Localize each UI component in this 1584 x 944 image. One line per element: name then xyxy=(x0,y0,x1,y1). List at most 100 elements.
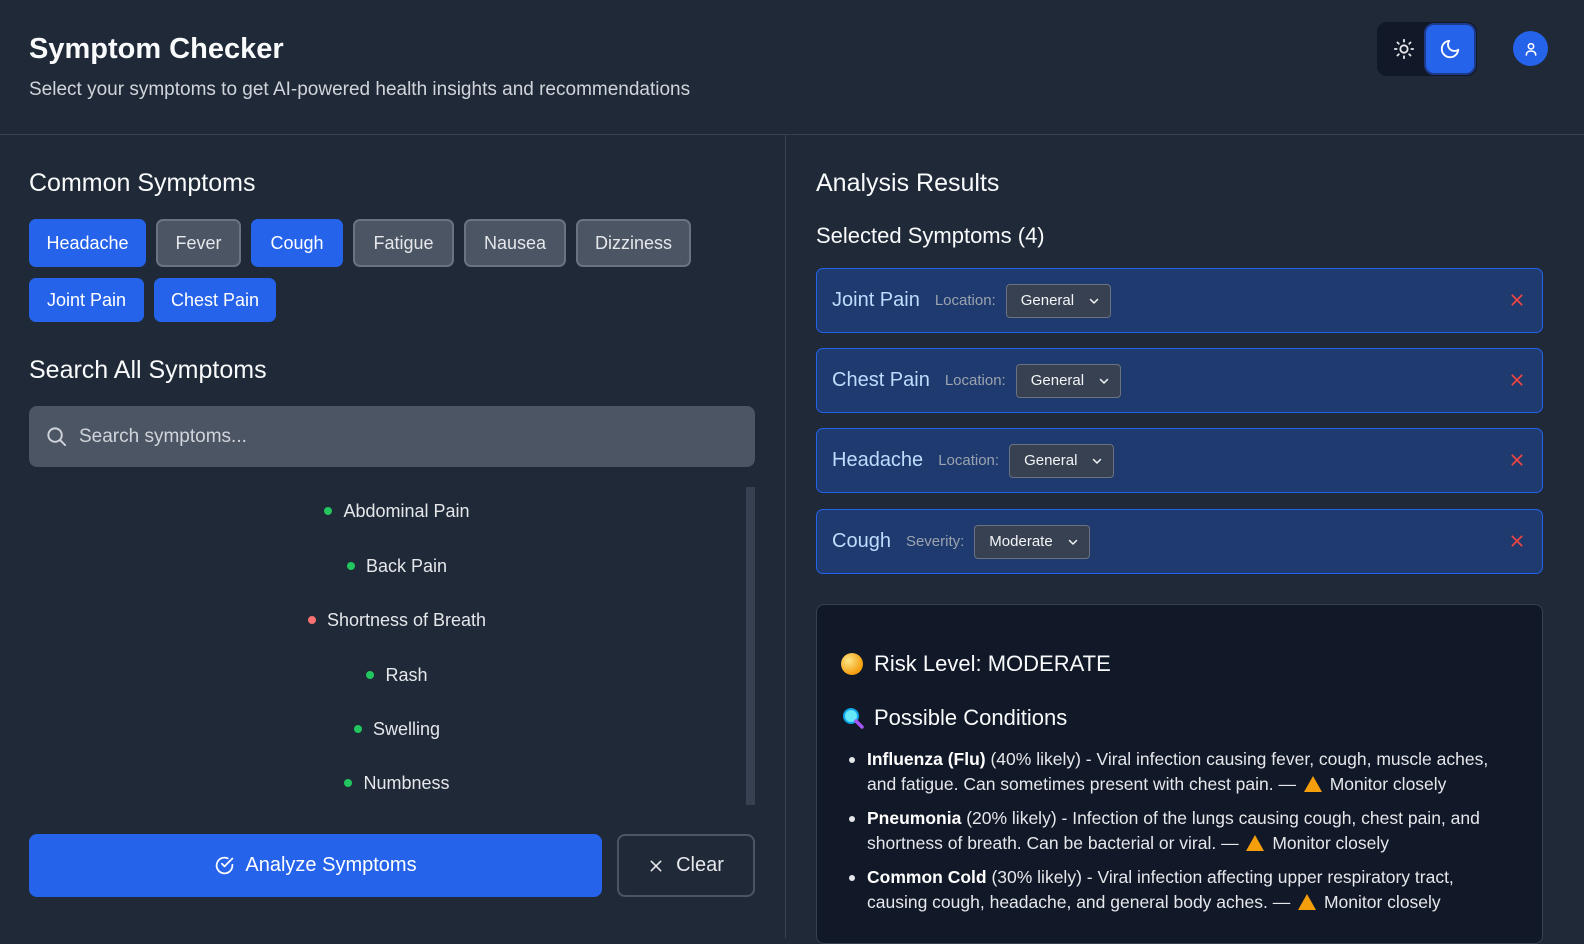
clear-label: Clear xyxy=(676,854,724,876)
chip-fatigue[interactable]: Fatigue xyxy=(353,219,454,267)
selected-symptom-name: Joint Pain xyxy=(832,289,920,311)
select-value: General xyxy=(1020,292,1075,309)
yellow-circle-icon xyxy=(841,653,863,675)
symptom-list-scrollbar[interactable] xyxy=(746,487,755,805)
magnifier-icon xyxy=(843,708,864,729)
low-risk-dot xyxy=(366,671,375,679)
analysis-results-card: Risk Level: MODERATE Possible Conditions… xyxy=(816,604,1543,944)
condition-advice: Monitor closely xyxy=(1323,892,1441,912)
selected-symptom-meta-label: Location: xyxy=(938,452,1000,469)
condition-advice: Monitor closely xyxy=(1329,774,1447,794)
remove-symptom-icon[interactable] xyxy=(1509,372,1525,388)
check-circle-icon xyxy=(216,856,234,875)
list-item-label: Back Pain xyxy=(365,555,448,576)
chip-fever[interactable]: Fever xyxy=(156,219,241,267)
low-risk-dot xyxy=(346,562,355,570)
chip-nausea[interactable]: Nausea xyxy=(464,219,566,267)
dark-theme-button[interactable] xyxy=(1426,25,1474,73)
list-item-label: Abdominal Pain xyxy=(343,500,470,521)
chevron-down-icon xyxy=(1068,539,1077,545)
selected-symptom-meta-label: Severity: xyxy=(905,533,965,550)
list-item[interactable]: Numbness xyxy=(29,763,765,803)
app-header: Symptom Checker Select your symptoms to … xyxy=(0,0,1584,135)
chevron-down-icon xyxy=(1089,298,1099,304)
list-item: Influenza (Flu) (40% likely) - Viral inf… xyxy=(847,747,1517,797)
analysis-results-heading: Analysis Results xyxy=(816,169,1000,197)
location-select[interactable]: General xyxy=(1015,363,1122,398)
list-item[interactable]: Abdominal Pain xyxy=(29,491,765,531)
selected-symptom-meta-label: Location: xyxy=(934,292,996,309)
sun-icon xyxy=(1393,38,1415,60)
analyze-symptoms-button[interactable]: Analyze Symptoms xyxy=(29,834,602,897)
close-icon xyxy=(650,860,662,871)
warning-icon xyxy=(1298,894,1317,910)
chip-cough[interactable]: Cough xyxy=(251,219,343,267)
chip-dizziness[interactable]: Dizziness xyxy=(576,219,691,267)
selected-symptom-name: Headache xyxy=(832,449,924,471)
chevron-down-icon xyxy=(1099,378,1109,384)
location-select[interactable]: General xyxy=(1005,283,1112,318)
selected-symptom-name: Cough xyxy=(832,530,891,552)
condition-likelihood: (40% likely) xyxy=(990,749,1081,769)
clear-button[interactable]: Clear xyxy=(617,834,755,897)
select-value: General xyxy=(1030,372,1085,389)
list-item[interactable]: Swelling xyxy=(29,709,765,749)
chevron-down-icon xyxy=(1093,458,1102,464)
remove-symptom-icon[interactable] xyxy=(1509,452,1525,468)
page-title: Symptom Checker xyxy=(29,33,284,65)
common-symptoms-heading: Common Symptoms xyxy=(29,169,256,197)
selected-symptom-card: Headache Location: General xyxy=(816,428,1543,493)
list-item-label: Shortness of Breath xyxy=(326,609,487,630)
search-box xyxy=(29,406,755,467)
page-subtitle: Select your symptoms to get AI-powered h… xyxy=(29,79,691,100)
selected-symptom-name: Chest Pain xyxy=(832,369,930,391)
theme-toggle xyxy=(1377,22,1477,76)
risk-level-label: Risk Level: MODERATE xyxy=(874,651,1111,676)
selected-symptom-card: Cough Severity: Moderate xyxy=(816,509,1543,574)
condition-name: Common Cold xyxy=(867,867,987,887)
condition-name: Influenza (Flu) xyxy=(867,749,986,769)
warning-icon xyxy=(1246,835,1265,851)
selected-symptoms-heading: Selected Symptoms (4) xyxy=(816,223,1045,248)
condition-advice: Monitor closely xyxy=(1272,833,1390,853)
possible-conditions-label: Possible Conditions xyxy=(874,705,1068,730)
condition-name: Pneumonia xyxy=(867,808,962,828)
condition-likelihood: (30% likely) xyxy=(991,867,1082,887)
list-item[interactable]: Back Pain xyxy=(29,546,765,586)
condition-likelihood: (20% likely) xyxy=(966,808,1057,828)
analyze-label: Analyze Symptoms xyxy=(245,854,417,876)
location-select[interactable]: General xyxy=(1009,443,1115,478)
remove-symptom-icon[interactable] xyxy=(1509,292,1525,308)
list-item-label: Swelling xyxy=(372,718,441,739)
list-item: Pneumonia (20% likely) - Infection of th… xyxy=(847,806,1517,856)
symptom-list: Abdominal Pain Back Pain Shortness of Br… xyxy=(29,487,745,805)
list-item-label: Rash xyxy=(385,664,428,685)
selected-symptom-card: Chest Pain Location: General xyxy=(816,348,1543,413)
remove-symptom-icon[interactable] xyxy=(1509,533,1525,549)
high-risk-dot xyxy=(307,616,316,624)
severity-select[interactable]: Moderate xyxy=(974,524,1090,559)
search-symptoms-heading: Search All Symptoms xyxy=(29,356,267,384)
chip-joint-pain[interactable]: Joint Pain xyxy=(29,278,144,322)
list-item-label: Numbness xyxy=(363,772,450,793)
risk-level: Risk Level: MODERATE xyxy=(841,651,1111,677)
user-icon xyxy=(1525,42,1536,56)
search-icon xyxy=(47,427,67,447)
select-value: General xyxy=(1024,452,1078,469)
list-item[interactable]: Rash xyxy=(29,655,765,695)
search-input[interactable] xyxy=(79,406,739,467)
user-avatar-button[interactable] xyxy=(1513,31,1548,66)
chip-chest-pain[interactable]: Chest Pain xyxy=(154,278,276,322)
list-item: Common Cold (30% likely) - Viral infecti… xyxy=(847,865,1517,915)
list-item[interactable]: Shortness of Breath xyxy=(29,600,765,640)
low-risk-dot xyxy=(344,779,353,787)
selected-symptom-meta-label: Location: xyxy=(944,372,1006,389)
possible-conditions-heading: Possible Conditions xyxy=(841,705,1067,731)
light-theme-button[interactable] xyxy=(1380,25,1428,73)
chip-headache[interactable]: Headache xyxy=(29,219,146,267)
low-risk-dot xyxy=(353,725,362,733)
select-value: Moderate xyxy=(989,533,1053,550)
low-risk-dot xyxy=(324,507,333,515)
moon-icon xyxy=(1440,39,1460,59)
conditions-list: Influenza (Flu) (40% likely) - Viral inf… xyxy=(847,747,1517,924)
